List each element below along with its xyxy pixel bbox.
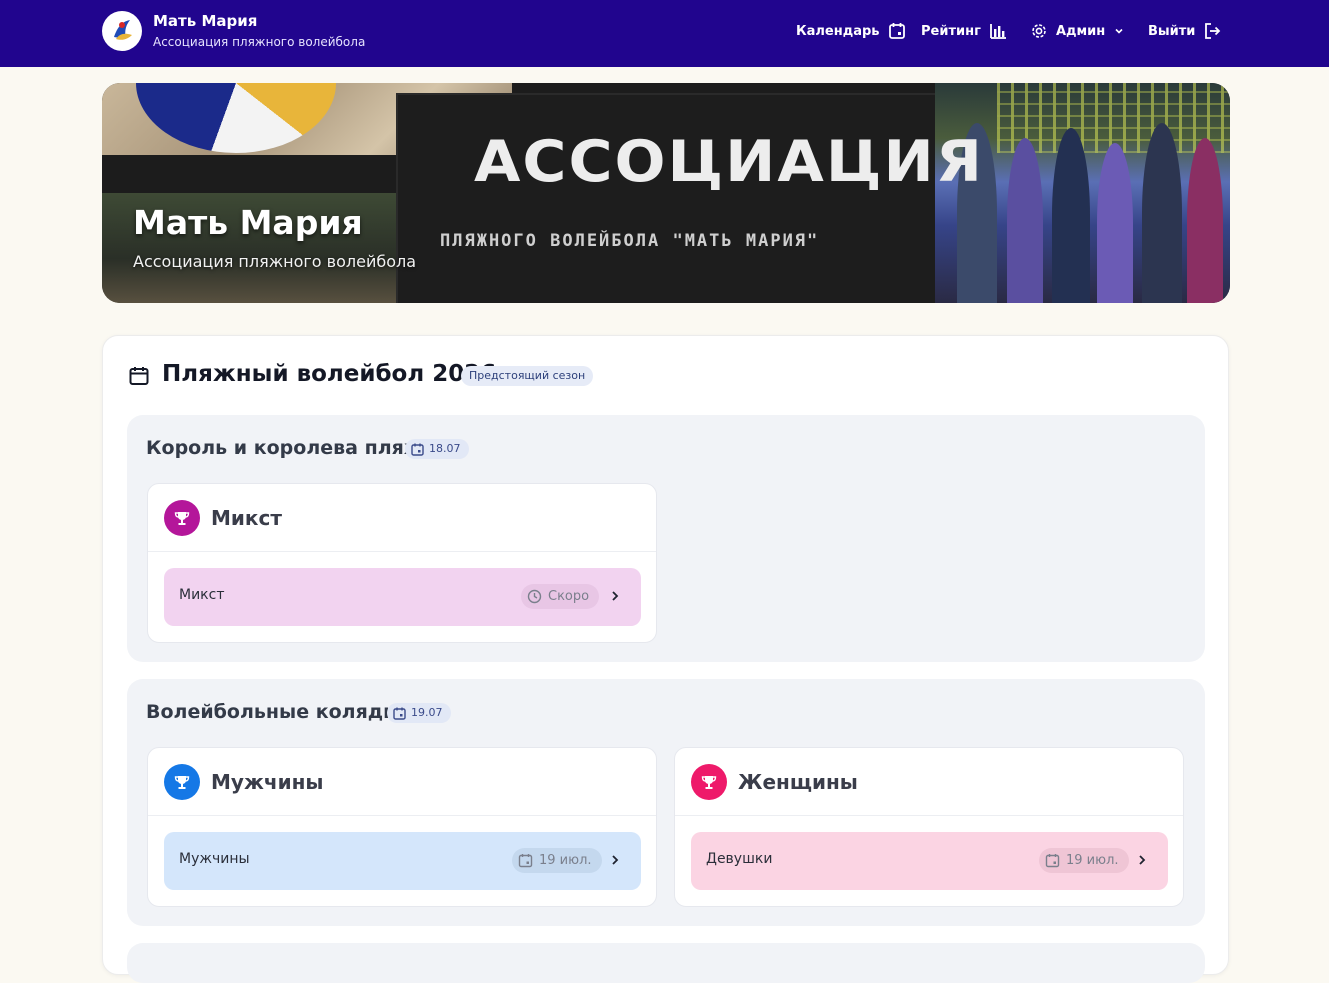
category-name: Микст: [211, 506, 282, 530]
tournament-date-badge: 19.07: [387, 703, 451, 723]
gear-icon: [1032, 24, 1046, 38]
status-text: 19 июл.: [1066, 853, 1119, 868]
season-status-badge: Предстоящий сезон: [461, 366, 594, 386]
hero-banner: АССОЦИАЦИЯ ПЛЯЖНОГО ВОЛЕЙБОЛА "МАТЬ МАРИ…: [102, 83, 1230, 303]
trophy-icon: [691, 764, 727, 800]
division-name: Девушки: [706, 851, 773, 867]
status-text: 19 июл.: [539, 853, 592, 868]
chevron-down-icon: [1115, 28, 1123, 34]
category-name: Женщины: [738, 770, 858, 794]
nav-rating[interactable]: Рейтинг: [921, 22, 1007, 40]
date-text: 18.07: [429, 442, 461, 455]
chevron-right-icon: [612, 591, 619, 601]
top-navigation-bar: Мать Мария Ассоциация пляжного волейбола…: [0, 0, 1329, 67]
nav-logout[interactable]: Выйти: [1148, 22, 1221, 40]
clock-icon: [527, 589, 542, 604]
calendar-icon: [129, 367, 149, 385]
nav-label: Админ: [1056, 23, 1106, 39]
division-status-badge: 19 июл.: [1039, 848, 1129, 873]
nav-label: Выйти: [1148, 23, 1196, 39]
date-text: 19.07: [411, 706, 443, 719]
calendar-icon: [411, 443, 424, 456]
division-name: Микст: [179, 587, 225, 603]
division-row[interactable]: Мужчины 19 июл.: [164, 832, 641, 890]
person-image: [1097, 143, 1133, 303]
banner-logo-subtext: ПЛЯЖНОГО ВОЛЕЙБОЛА "МАТЬ МАРИЯ": [440, 231, 820, 251]
tournament-date-badge: 18.07: [405, 439, 469, 459]
nav-label: Рейтинг: [921, 23, 981, 39]
division-row[interactable]: Микст Скоро: [164, 568, 641, 626]
tournament-title: Король и королева пляжа: [146, 437, 436, 459]
category-name: Мужчины: [211, 770, 324, 794]
category-card: Женщины Девушки 19 июл.: [674, 747, 1184, 907]
trophy-icon: [164, 500, 200, 536]
calendar-icon: [1045, 854, 1060, 868]
person-image: [1007, 138, 1043, 303]
division-status-badge: 19 июл.: [512, 848, 602, 873]
season-title: Пляжный волейбол 2026: [162, 361, 497, 387]
logout-icon: [1205, 23, 1221, 39]
divider: [148, 815, 656, 816]
division-status-badge: Скоро: [521, 584, 600, 609]
chevron-right-icon: [612, 855, 619, 865]
association-logo[interactable]: [102, 11, 142, 51]
nav-calendar[interactable]: Календарь: [796, 22, 906, 40]
person-image: [1142, 123, 1182, 303]
calendar-icon: [888, 23, 905, 39]
tournament-section: [127, 943, 1205, 983]
status-text: Скоро: [548, 589, 590, 604]
nav-admin-dropdown[interactable]: Админ: [1030, 22, 1125, 40]
banner-title: Мать Мария: [133, 203, 363, 242]
banner-logo-text: АССОЦИАЦИЯ: [474, 128, 984, 196]
nav-label: Календарь: [796, 23, 880, 39]
tournament-title: Волейбольные колядки: [146, 701, 410, 723]
trophy-icon: [164, 764, 200, 800]
division-name: Мужчины: [179, 851, 250, 867]
calendar-icon: [518, 854, 533, 868]
division-row[interactable]: Девушки 19 июл.: [691, 832, 1168, 890]
person-image: [1052, 128, 1090, 303]
brand-subtitle: Ассоциация пляжного волейбола: [153, 35, 366, 49]
chevron-right-icon: [1139, 855, 1146, 865]
tournament-section: Волейбольные колядки 19.07 Мужчины Мужчи…: [127, 679, 1205, 926]
divider: [148, 551, 656, 552]
tournament-section: Король и королева пляжа 18.07 Микст Микс…: [127, 415, 1205, 662]
calendar-icon: [393, 707, 406, 720]
banner-subtitle: Ассоциация пляжного волейбола: [133, 252, 417, 271]
logo-panel: [398, 95, 938, 303]
brand-title[interactable]: Мать Мария: [153, 12, 257, 30]
divider: [675, 815, 1183, 816]
bar-chart-icon: [989, 24, 1006, 39]
category-card: Микст Микст Скоро: [147, 483, 657, 643]
category-card: Мужчины Мужчины 19 июл.: [147, 747, 657, 907]
person-image: [1187, 138, 1223, 303]
